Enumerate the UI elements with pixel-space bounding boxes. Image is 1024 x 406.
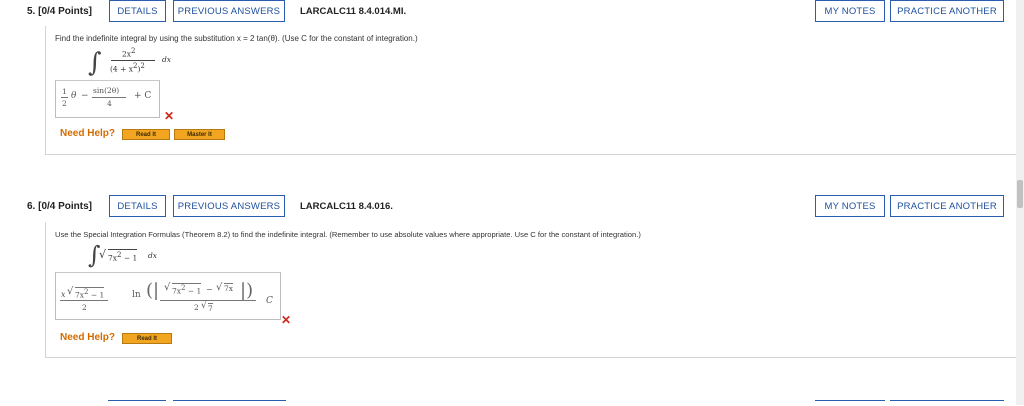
fraction-denominator: 4: [107, 99, 112, 108]
details-button[interactable]: DETAILS: [109, 195, 166, 217]
question-prompt: Use the Special Integration Formulas (Th…: [55, 230, 641, 239]
integrand-denominator: (4 + x: [110, 64, 133, 74]
radical-sign: √: [99, 248, 107, 261]
question-6-panel: Use the Special Integration Formulas (Th…: [45, 222, 1017, 358]
question-6-header: 6. [0/4 Points] DETAILS PREVIOUS ANSWERS…: [0, 195, 1016, 219]
assignment-code: LARCALC11 8.4.016.: [300, 201, 393, 212]
fraction-denominator: 2: [82, 303, 87, 312]
radicand: 7x: [75, 290, 85, 300]
my-notes-button[interactable]: MY NOTES: [815, 0, 885, 22]
fraction-numerator: sin(2θ): [93, 86, 120, 95]
integral-sign: ∫: [88, 48, 102, 78]
details-button[interactable]: DETAILS: [109, 0, 166, 22]
radical-sign: √: [164, 282, 171, 293]
constant-term: C: [266, 296, 273, 306]
page-scrollbar[interactable]: [1016, 0, 1024, 405]
question-5-panel: Find the indefinite integral by using th…: [45, 26, 1017, 155]
answer-input[interactable]: 1 2 θ − sin(2θ) 4 + C: [55, 80, 160, 118]
radicand: 7: [208, 303, 213, 313]
practice-another-button[interactable]: PRACTICE ANOTHER: [890, 195, 1004, 217]
integral-expression: ∫ 2x2 (4 + x2)2 dx: [84, 46, 204, 80]
next-question-details-edge: [108, 400, 166, 406]
minus-sign: −: [81, 91, 89, 101]
need-help-label: Need Help?: [60, 128, 116, 139]
next-question-practice-edge: [890, 400, 1004, 406]
previous-answers-button[interactable]: PREVIOUS ANSWERS: [173, 0, 285, 22]
theta-symbol: θ: [71, 91, 77, 101]
scrollbar-thumb[interactable]: [1017, 180, 1023, 208]
fraction-denominator: 2: [194, 303, 199, 312]
question-number: 5. [0/4 Points]: [27, 6, 93, 17]
practice-another-button[interactable]: PRACTICE ANOTHER: [890, 0, 1004, 22]
radical-sign: √: [216, 282, 223, 293]
exponent: 2: [140, 62, 145, 70]
differential: dx: [148, 251, 158, 260]
question-number: 6. [0/4 Points]: [27, 201, 93, 212]
minus-sign: −: [206, 285, 213, 294]
radical-sign: √: [67, 286, 74, 297]
radical-sign: √: [201, 301, 207, 311]
incorrect-icon: ✕: [164, 109, 175, 123]
close-paren: |): [240, 280, 254, 301]
fraction-denominator: 2: [62, 99, 67, 108]
exponent: 2: [131, 47, 136, 55]
radicand: 7x: [108, 253, 118, 263]
read-it-button[interactable]: Read It: [122, 129, 170, 140]
previous-answers-button[interactable]: PREVIOUS ANSWERS: [173, 195, 285, 217]
radicand-tail: − 1: [121, 253, 138, 263]
next-question-notes-edge: [815, 400, 885, 406]
radicand-tail: − 1: [185, 286, 202, 296]
differential: dx: [162, 55, 172, 64]
variable: x: [61, 290, 66, 299]
open-paren: (|: [146, 280, 160, 301]
question-prompt: Find the indefinite integral by using th…: [55, 34, 418, 43]
assignment-code: LARCALC11 8.4.014.MI.: [300, 6, 407, 17]
fraction-numerator: 1: [62, 87, 67, 96]
integral-expression: ∫ √ 7x2 − 1 dx: [84, 240, 214, 272]
ln-function: ln: [132, 290, 141, 300]
next-question-previous-edge: [173, 400, 286, 406]
integrand-numerator: 2x: [122, 49, 132, 59]
question-5-header: 5. [0/4 Points] DETAILS PREVIOUS ANSWERS…: [0, 0, 1016, 24]
radicand-tail: − 1: [88, 290, 105, 300]
incorrect-icon: ✕: [281, 313, 292, 327]
radicand: 7x: [172, 286, 182, 296]
master-it-button[interactable]: Master It: [174, 129, 225, 140]
answer-input[interactable]: x √ 7x2 − 1 2 ln (| √ 7x2 − 1 − √ 7x |) …: [55, 272, 281, 320]
read-it-button[interactable]: Read It: [122, 333, 172, 344]
radicand: 7x: [224, 283, 234, 293]
my-notes-button[interactable]: MY NOTES: [815, 195, 885, 217]
need-help-label: Need Help?: [60, 332, 116, 343]
constant-term: + C: [134, 91, 152, 101]
